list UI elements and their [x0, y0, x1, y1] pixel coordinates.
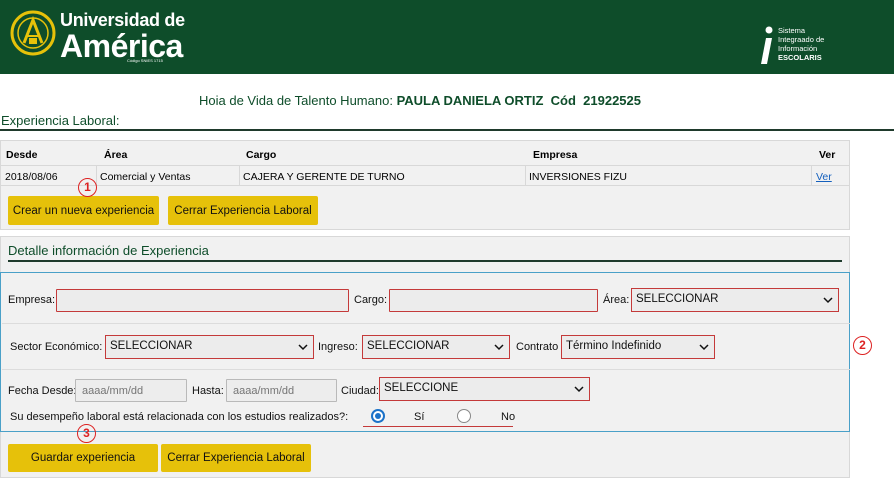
sector-select[interactable]: SELECCIONAR [105, 335, 314, 359]
grid-row-line [1, 185, 849, 186]
contrato-select[interactable]: Término Indefinido [561, 335, 715, 359]
col-ver: Ver [819, 149, 836, 161]
col-divider [811, 166, 812, 185]
save-experience-button[interactable]: Guardar experiencia [8, 444, 158, 472]
cell-empresa: INVERSIONES FIZU [529, 171, 628, 183]
col-cargo: Cargo [246, 149, 277, 161]
ingreso-select[interactable]: SELECCIONAR [362, 335, 510, 359]
empresa-input[interactable] [56, 289, 349, 312]
hasta-label: Hasta: [192, 385, 224, 397]
close-experience-button-bottom[interactable]: Cerrar Experiencia Laboral [161, 444, 311, 472]
ciudad-select[interactable]: SELECCIONE [379, 377, 590, 401]
fecha-desde-input[interactable] [75, 379, 187, 402]
chevron-down-icon [574, 386, 584, 393]
brand-line-2: América [60, 28, 183, 64]
close-experience-button[interactable]: Cerrar Experiencia Laboral [168, 196, 318, 225]
create-experience-button[interactable]: Crear un nueva experiencia [8, 196, 159, 225]
radio-error-underline [363, 426, 513, 427]
col-divider [96, 166, 97, 185]
system-name: Sistema Integraado de Información ESCOLA… [778, 26, 825, 62]
university-emblem-icon [10, 10, 56, 56]
brand-code: Código SNIES 1715 [127, 58, 163, 63]
annotation-badge-2: 2 [853, 336, 872, 355]
radio-no-label: No [501, 411, 516, 423]
section-divider [0, 129, 894, 131]
ver-link[interactable]: Ver [816, 171, 832, 183]
profile-title: Hoia de Vida de Talento Humano: PAULA DA… [199, 93, 641, 108]
annotation-badge-3: 3 [77, 424, 96, 443]
area-select[interactable]: SELECCIONAR [631, 288, 839, 312]
detail-title: Detalle información de Experiencia [8, 243, 209, 258]
cell-cargo: CAJERA Y GERENTE DE TURNO [243, 171, 405, 183]
radio-no[interactable] [457, 409, 471, 423]
radio-si-label: Sí [414, 411, 425, 423]
fecha-desde-label: Fecha Desde: [8, 385, 77, 397]
cell-desde: 2018/08/06 [5, 171, 58, 183]
ingreso-label: Ingreso: [318, 341, 358, 353]
radio-si[interactable] [371, 409, 385, 423]
detail-divider [8, 260, 842, 262]
contrato-label: Contrato [516, 341, 559, 353]
section-title: Experiencia Laboral: [1, 113, 120, 128]
chevron-down-icon [494, 344, 504, 351]
info-system-icon [761, 26, 773, 64]
ciudad-label: Ciudad: [341, 385, 379, 397]
chevron-down-icon [699, 344, 709, 351]
chevron-down-icon [823, 297, 833, 304]
sector-label: Sector Económico: [10, 341, 103, 353]
grid-header-line [1, 165, 849, 166]
app-header: Universidad de América Código SNIES 1715… [0, 0, 894, 74]
hasta-input[interactable] [226, 379, 337, 402]
cargo-label: Cargo: [354, 294, 388, 306]
area-label: Área: [603, 294, 630, 306]
annotation-badge-1: 1 [78, 178, 97, 197]
col-divider [525, 166, 526, 185]
studies-question: Su desempeño laboral está relacionada co… [10, 411, 349, 423]
row-separator [2, 369, 850, 370]
col-divider [239, 166, 240, 185]
chevron-down-icon [298, 344, 308, 351]
cell-area: Comercial y Ventas [100, 171, 191, 183]
col-area: Área [104, 149, 128, 161]
cargo-input[interactable] [389, 289, 598, 312]
empresa-label: Empresa: [8, 294, 56, 306]
col-empresa: Empresa [533, 149, 578, 161]
row-separator [2, 323, 850, 324]
col-desde: Desde [6, 149, 38, 161]
